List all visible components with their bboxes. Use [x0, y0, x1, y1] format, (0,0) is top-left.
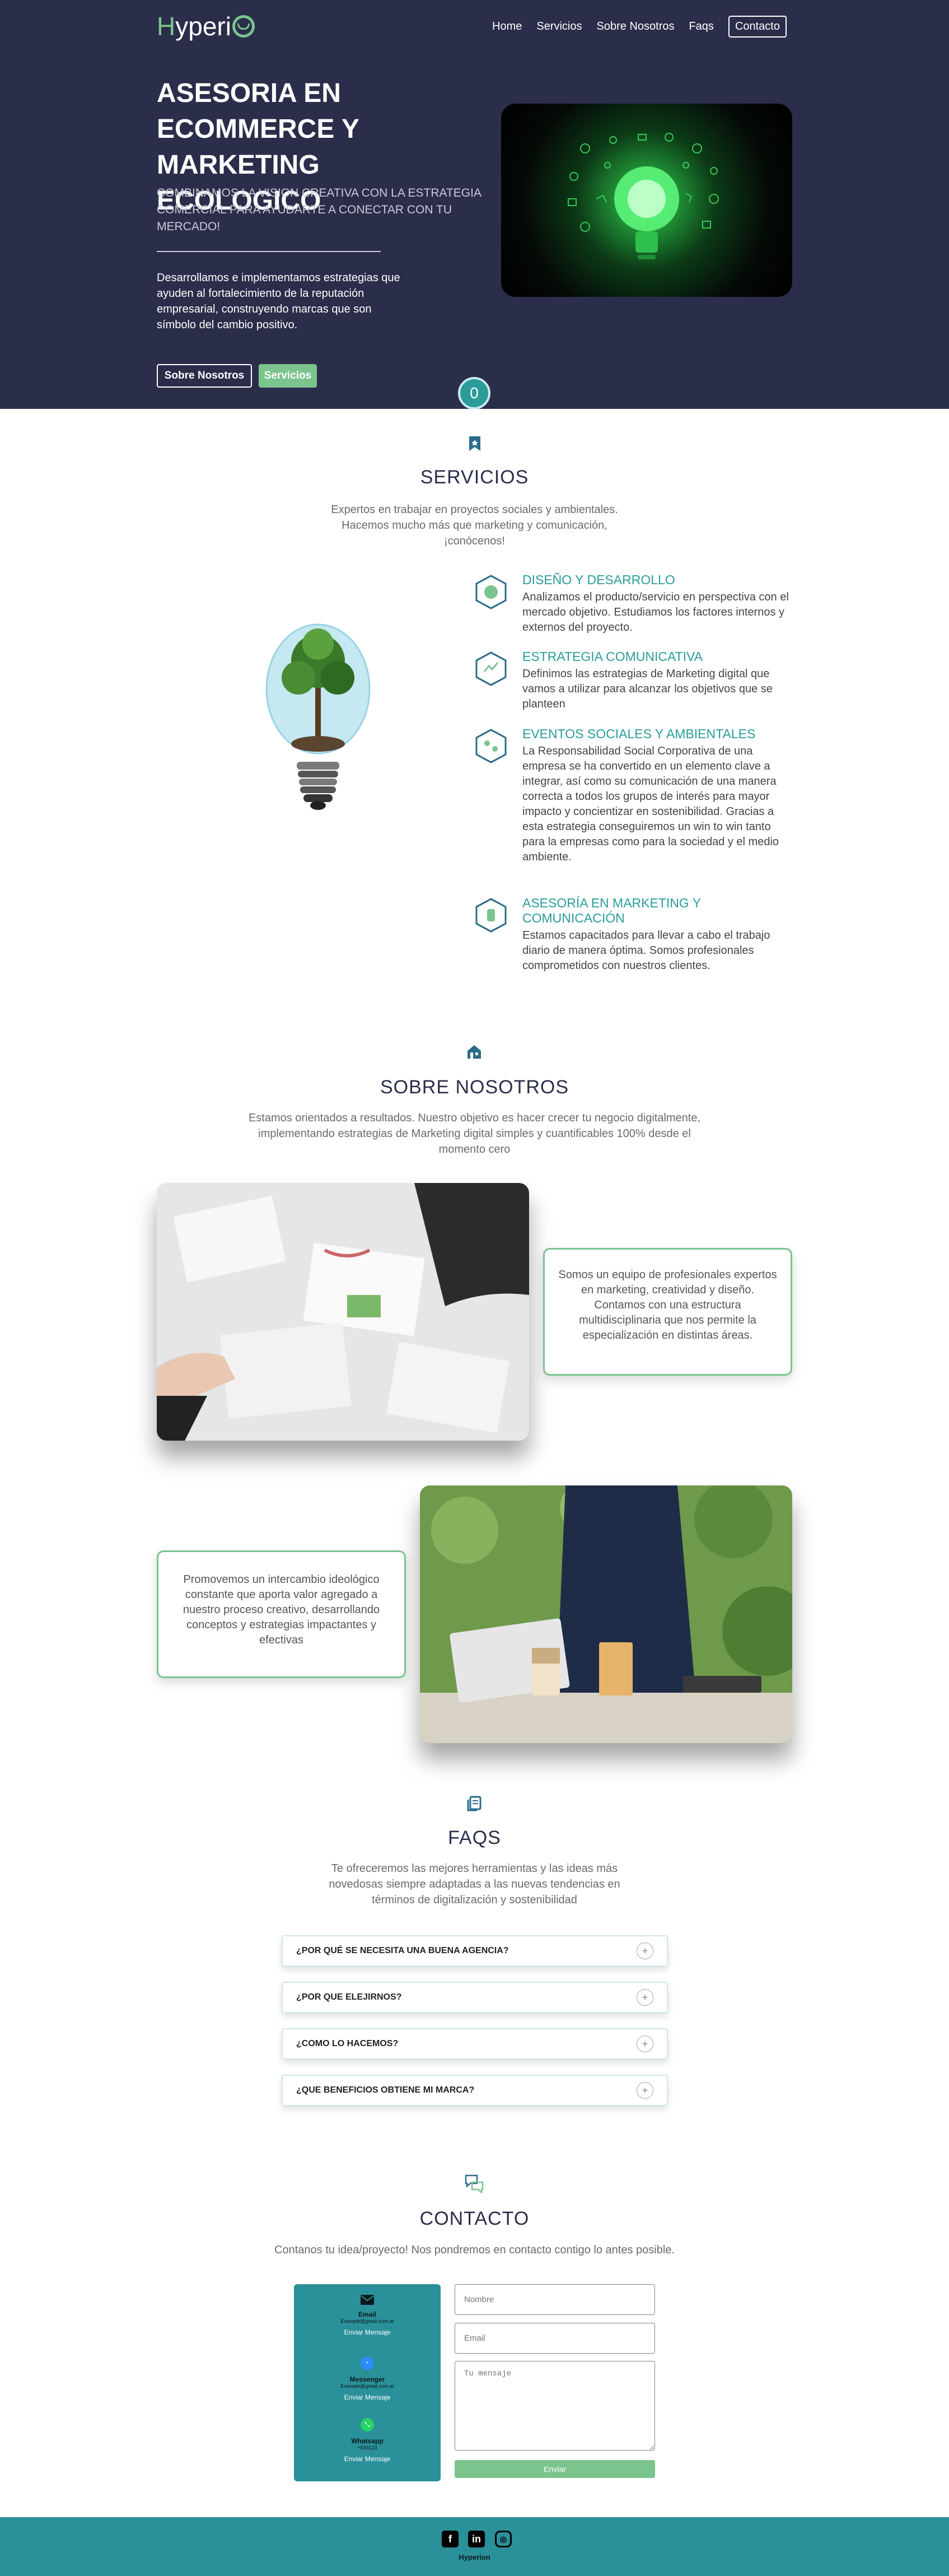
service-title: EVENTOS SOCIALES Y AMBIENTALES: [522, 726, 756, 741]
service-text: La Responsabilidad Social Corporativa de…: [522, 745, 779, 863]
footer: f in ◎ Hyperion: [0, 2517, 949, 2576]
advisory-hex-icon: [475, 898, 507, 933]
about-card-ideas: Promovemos un intercambio ideológico con…: [157, 1550, 406, 1678]
nav-links: Home Servicios Sobre Nosotros Faqs Conta…: [492, 15, 787, 38]
service-item: ESTRATEGIA COMUNICATIVA Definimos las es…: [475, 649, 794, 712]
nav-home[interactable]: Home: [492, 20, 522, 33]
facebook-icon[interactable]: f: [442, 2531, 459, 2547]
hero-divider: [157, 251, 381, 252]
hero-description: Desarrollamos e implementamos estrategia…: [157, 272, 400, 331]
service-item: ASESORÍA EN MARKETING Y COMUNICACIÓN Est…: [475, 896, 794, 973]
faq-question: ¿POR QUÉ SE NECESITA UNA BUENA AGENCIA?: [296, 1946, 509, 1955]
service-item: EVENTOS SOCIALES Y AMBIENTALES La Respon…: [475, 726, 794, 865]
nav-servicios[interactable]: Servicios: [536, 20, 582, 33]
faq-question: ¿QUE BENEFICIOS OBTIENE MI MARCA?: [296, 2085, 475, 2095]
instagram-icon[interactable]: ◎: [495, 2531, 512, 2547]
envelope-icon: [361, 2295, 374, 2305]
nav-sobre-nosotros[interactable]: Sobre Nosotros: [597, 20, 675, 33]
hero-lightbulb-image: [501, 104, 792, 297]
messenger-icon: [361, 2356, 374, 2370]
contact-lead: Contanos tu idea/proyecto! Nos pondremos…: [274, 2244, 675, 2256]
events-hex-icon: [475, 729, 507, 763]
navbar: Hyperi Home Servicios Sobre Nosotros Faq…: [157, 11, 787, 41]
whatsapp-value: +549123: [357, 2445, 377, 2451]
scroll-badge[interactable]: 0: [458, 377, 490, 409]
about-lead: Estamos orientados a resultados. Nuestro…: [248, 1112, 701, 1156]
services-lead: Expertos en trabajar en proyectos social…: [331, 504, 618, 547]
footer-brand: Hyperion: [459, 2553, 490, 2561]
faq-item[interactable]: ¿COMO LO HACEMOS? +: [282, 2028, 668, 2060]
strategy-hex-icon: [475, 651, 507, 686]
hero-subtitle: COMBINAMOS LA VISION CREATIVA CON LA EST…: [157, 187, 481, 233]
service-text: Definimos las estrategias de Marketing d…: [522, 668, 773, 710]
plus-icon[interactable]: +: [637, 1989, 653, 2006]
faq-question: ¿COMO LO HACEMOS?: [296, 2039, 399, 2048]
hero-section: Hyperi Home Servicios Sobre Nosotros Faq…: [0, 0, 949, 409]
plus-icon[interactable]: +: [637, 2035, 653, 2052]
documents-icon: [467, 1796, 481, 1811]
design-hex-icon: [475, 575, 507, 609]
email-label: Email: [358, 2311, 376, 2318]
service-text: Estamos capacitados para llevar a cabo e…: [522, 929, 770, 972]
tree-bulb-image: [262, 622, 374, 815]
email-send-link[interactable]: Enviar Mensaje: [294, 2328, 441, 2336]
whatsapp-label: Whatsapp: [351, 2437, 384, 2445]
email-field[interactable]: [455, 2323, 655, 2354]
about-card-team: Somos un equipo de profesionales experto…: [543, 1248, 792, 1376]
service-item: DISEÑO Y DESARROLLO Analizamos el produc…: [475, 572, 794, 635]
logo-o-icon: [232, 15, 255, 38]
email-value: Example@gmail.com.ar: [340, 2318, 394, 2324]
faq-item[interactable]: ¿POR QUÉ SE NECESITA UNA BUENA AGENCIA? …: [282, 1935, 668, 1967]
contact-channels-card: Email Example@gmail.com.ar Enviar Mensaj…: [294, 2284, 441, 2481]
email-channel: Email Example@gmail.com.ar Enviar Mensaj…: [294, 2294, 441, 2336]
plus-icon[interactable]: +: [637, 1943, 653, 1959]
building-icon: [468, 1045, 481, 1059]
send-button[interactable]: Enviar: [455, 2460, 655, 2478]
messenger-channel: Messenger Example@gmail.com.ar Enviar Me…: [294, 2356, 441, 2401]
services-title: SERVICIOS: [420, 467, 529, 488]
linkedin-icon[interactable]: in: [468, 2531, 485, 2547]
service-title: ASESORÍA EN MARKETING Y COMUNICACIÓN: [522, 896, 701, 925]
team-meeting-photo: [157, 1183, 529, 1441]
about-button[interactable]: Sobre Nosotros: [157, 364, 252, 388]
desk-laptop-photo: [420, 1485, 792, 1743]
message-field[interactable]: [455, 2361, 655, 2451]
services-button[interactable]: Servicios: [259, 364, 317, 388]
about-card-ideas-text: Promovemos un intercambio ideológico con…: [183, 1573, 380, 1646]
faqs-lead: Te ofreceremos las mejores herramientas …: [329, 1862, 620, 1906]
faq-item[interactable]: ¿QUE BENEFICIOS OBTIENE MI MARCA? +: [282, 2075, 668, 2106]
whatsapp-send-link[interactable]: Enviar Mensaje: [294, 2455, 441, 2463]
messenger-label: Messenger: [349, 2375, 385, 2383]
bookmark-icon: [469, 436, 480, 451]
faq-item[interactable]: ¿POR QUE ELEJIRNOS? +: [282, 1982, 668, 2013]
name-field[interactable]: [455, 2284, 655, 2315]
faq-question: ¿POR QUE ELEJIRNOS?: [296, 1992, 402, 2002]
faqs-title: FAQS: [448, 1827, 501, 1848]
plus-icon[interactable]: +: [637, 2082, 653, 2099]
nav-faqs[interactable]: Faqs: [689, 20, 713, 33]
service-title: DISEÑO Y DESARROLLO: [522, 572, 675, 587]
whatsapp-channel: Whatsapp +549123 Enviar Mensaje: [294, 2417, 441, 2463]
about-title: SOBRE NOSOTROS: [380, 1077, 569, 1098]
chat-bubbles-icon: [465, 2174, 484, 2193]
logo[interactable]: Hyperi: [157, 11, 255, 41]
service-title: ESTRATEGIA COMUNICATIVA: [522, 649, 703, 664]
contact-title: CONTACTO: [419, 2208, 530, 2229]
about-card-team-text: Somos un equipo de profesionales experto…: [558, 1269, 777, 1341]
messenger-send-link[interactable]: Enviar Mensaje: [294, 2393, 441, 2401]
messenger-value: Example@gmail.com.ar: [340, 2383, 394, 2389]
service-text: Analizamos el producto/servicio en persp…: [522, 591, 789, 633]
whatsapp-icon: [361, 2418, 374, 2431]
nav-contacto[interactable]: Contacto: [728, 15, 787, 38]
